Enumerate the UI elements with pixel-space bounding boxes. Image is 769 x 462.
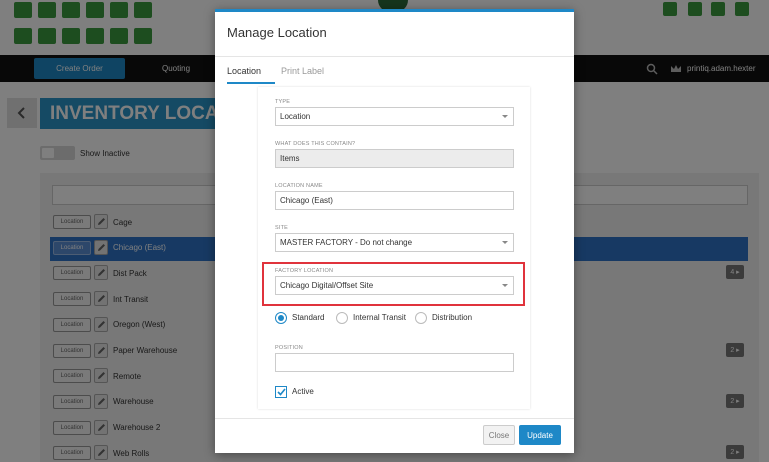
site-value: MASTER FACTORY - Do not change (280, 238, 413, 247)
contains-label: WHAT DOES THIS CONTAIN? (275, 141, 356, 147)
site-label: SITE (275, 225, 289, 231)
manage-location-modal: Manage Location Location Print Label TYP… (215, 9, 574, 453)
position-label: POSITION (275, 345, 303, 351)
radio-internal-transit-label: Internal Transit (353, 313, 406, 322)
radio-unselected-icon (336, 311, 348, 324)
chevron-down-icon (502, 241, 508, 244)
close-button[interactable]: Close (483, 425, 515, 445)
location-name-value: Chicago (East) (280, 196, 333, 205)
factory-location-value: Chicago Digital/Offset Site (280, 281, 374, 290)
contains-field: Items (275, 149, 514, 168)
active-label: Active (292, 387, 314, 396)
type-select[interactable]: Location (275, 107, 514, 126)
active-tab-indicator (227, 82, 275, 84)
location-form: TYPE Location WHAT DOES THIS CONTAIN? It… (258, 87, 530, 409)
location-name-input[interactable]: Chicago (East) (275, 191, 514, 210)
radio-distribution-label: Distribution (432, 313, 473, 322)
radio-standard[interactable]: Standard (275, 310, 324, 325)
type-label: TYPE (275, 99, 291, 105)
tab-location[interactable]: Location (227, 61, 261, 81)
active-checkbox[interactable]: Active (275, 385, 314, 398)
radio-unselected-icon (415, 311, 427, 324)
site-select[interactable]: MASTER FACTORY - Do not change (275, 233, 514, 252)
radio-distribution[interactable]: Distribution (415, 310, 472, 325)
checkmark-icon (275, 385, 287, 398)
type-value: Location (280, 112, 311, 121)
radio-standard-label: Standard (292, 313, 325, 322)
chevron-down-icon (502, 115, 508, 118)
factory-location-select[interactable]: Chicago Digital/Offset Site (275, 276, 514, 295)
factory-location-label: FACTORY LOCATION (275, 268, 334, 274)
divider (215, 56, 574, 57)
update-button[interactable]: Update (519, 425, 561, 445)
divider (215, 418, 574, 419)
radio-selected-icon (275, 311, 287, 324)
position-input[interactable] (275, 353, 514, 372)
tab-print-label[interactable]: Print Label (281, 61, 324, 81)
contains-value: Items (280, 154, 300, 163)
location-name-label: LOCATION NAME (275, 183, 323, 189)
modal-title: Manage Location (227, 25, 327, 40)
chevron-down-icon (502, 284, 508, 287)
radio-internal-transit[interactable]: Internal Transit (336, 310, 406, 325)
